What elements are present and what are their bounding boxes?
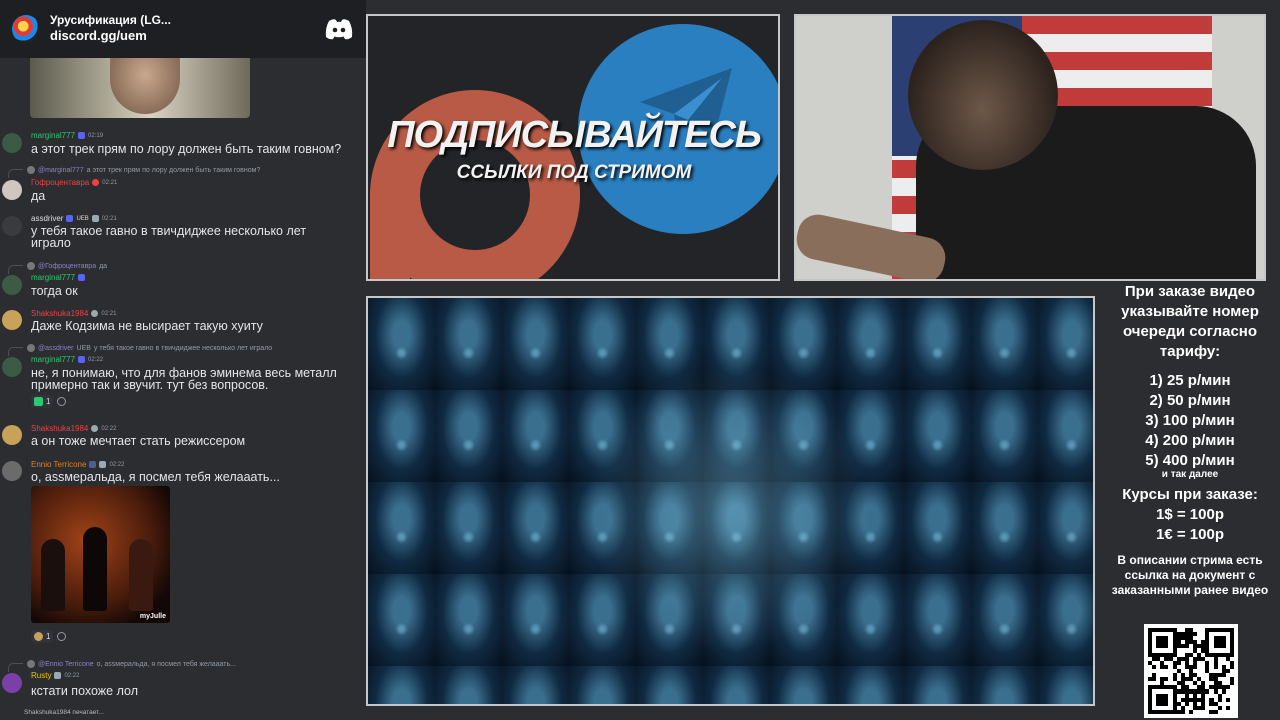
- username[interactable]: assdriver: [31, 214, 63, 223]
- message-text: да: [31, 189, 46, 203]
- timestamp: 02:19: [88, 132, 104, 139]
- message-text: у тебя такое гавно в твичдиджее нескольк…: [31, 224, 307, 250]
- exchange-rate: 1$ = 100р: [1156, 506, 1224, 523]
- timestamp: 02:21: [101, 215, 117, 222]
- banner-title: ПОДПИСЫВАЙТЕСЬ: [387, 114, 762, 156]
- exchange-rate: 1€ = 100р: [1156, 526, 1224, 543]
- tariff-list: 1) 25 р/мин 2) 50 р/мин 3) 100 р/мин 4) …: [1100, 371, 1280, 471]
- server-info: Урусификация (LG... discord.gg/uem: [50, 13, 324, 44]
- username[interactable]: Ennio Terricone: [31, 460, 86, 469]
- avatar[interactable]: [2, 425, 22, 445]
- tariff-item: 5) 400 р/мин: [1145, 452, 1235, 469]
- message-text: не, я понимаю, что для фанов эминема вес…: [31, 366, 337, 392]
- tariff-item: 1) 25 р/мин: [1149, 372, 1231, 389]
- tariff-item: 2) 50 р/мин: [1149, 392, 1231, 409]
- message-text: а этот трек прям по лору должен быть так…: [31, 142, 342, 156]
- username[interactable]: Shakshuka1984: [31, 309, 88, 318]
- timestamp: 02:22: [64, 672, 80, 679]
- username[interactable]: marginal777: [31, 355, 75, 364]
- discord-chat-panel: Урусификация (LG... discord.gg/uem margi…: [0, 0, 366, 720]
- subscribe-banner: ПОДПИСЫВАЙТЕСЬ ССЫЛКИ ПОД СТРИМОМ: [366, 14, 780, 281]
- username[interactable]: Rusty: [31, 671, 51, 680]
- role-badge-icon: [89, 461, 97, 468]
- message-text: тогда ок: [31, 284, 78, 298]
- role-badge-icon: [99, 461, 107, 468]
- message-text: а он тоже мечтает стать режиссером: [31, 434, 246, 448]
- reply-preview[interactable]: @assdriver UEB у тебя такое гавно в твичди…: [8, 342, 272, 354]
- server-icon: [12, 15, 40, 43]
- typing-indicator: Shakshuka1984 печатает...: [24, 709, 104, 716]
- tariff-item: 3) 100 р/мин: [1145, 412, 1235, 429]
- tariff-note: и так далее: [1161, 469, 1219, 480]
- add-reaction-icon[interactable]: [57, 631, 67, 641]
- role-badge-icon: [54, 672, 62, 679]
- username[interactable]: Гофроцентавра: [31, 178, 89, 187]
- add-reaction-icon[interactable]: [57, 396, 67, 406]
- role-badge-icon: [92, 179, 100, 186]
- banner-subtitle: ССЫЛКИ ПОД СТРИМОМ: [456, 162, 692, 183]
- twitch-badge-icon: [78, 356, 86, 363]
- message-text: о, assмеральда, я посмел тебя желааать..…: [31, 470, 280, 484]
- role-badge-icon: [91, 310, 99, 317]
- emoji-icon: [34, 631, 43, 641]
- image-watermark: myJulle: [139, 613, 166, 620]
- reaction-bar: 1: [31, 394, 67, 408]
- server-name: Урусификация (LG...: [50, 13, 171, 28]
- avatar[interactable]: [2, 180, 22, 200]
- avatar[interactable]: [2, 133, 22, 153]
- message-text: Даже Кодзима не высирает такую хуиту: [31, 319, 263, 333]
- emoji-icon: [34, 396, 43, 406]
- meme-image[interactable]: myJulle: [31, 486, 170, 623]
- timestamp: 02:22: [101, 425, 117, 432]
- qr-code[interactable]: [1144, 624, 1238, 718]
- reaction-bar: 1: [31, 629, 67, 643]
- role-badge-icon: [91, 425, 99, 432]
- timestamp: 02:21: [102, 179, 118, 186]
- reply-preview[interactable]: @Ennio Terricone о, assмеральда, я посмел…: [8, 658, 236, 670]
- username[interactable]: Shakshuka1984: [31, 424, 88, 433]
- guild-tag-icon: [66, 215, 74, 222]
- message-text: кстати похоже лол: [31, 684, 138, 698]
- avatar[interactable]: [2, 357, 22, 377]
- tariff-item: 4) 200 р/мин: [1145, 432, 1235, 449]
- reply-preview[interactable]: @marginal777 а этот трек прям по лору дол…: [8, 164, 260, 176]
- avatar[interactable]: [2, 673, 22, 693]
- order-info-panel: При заказе видео указывайте номер очеред…: [1100, 282, 1280, 598]
- guild-tag: UEB: [76, 215, 89, 222]
- avatar[interactable]: [2, 461, 22, 481]
- document-note: В описании стрима есть ссылка на докумен…: [1111, 553, 1269, 597]
- avatar[interactable]: [2, 275, 22, 295]
- discord-logo-icon: [325, 19, 353, 40]
- role-badge-icon: [91, 215, 99, 222]
- username[interactable]: marginal777: [31, 131, 75, 140]
- timestamp: 02:22: [88, 356, 104, 363]
- exchange-rates-title: Курсы при заказе:: [1122, 486, 1258, 503]
- music-video-player[interactable]: [366, 296, 1095, 706]
- webcam-feed: [794, 14, 1266, 281]
- twitch-badge-icon: [78, 132, 86, 139]
- timestamp: 02:21: [101, 310, 117, 317]
- server-header[interactable]: Урусификация (LG... discord.gg/uem: [0, 0, 366, 58]
- avatar[interactable]: [2, 310, 22, 330]
- timestamp: 02:22: [109, 461, 125, 468]
- reply-preview[interactable]: @Гофроцентавра да: [8, 260, 107, 272]
- twitch-badge-icon: [78, 274, 86, 281]
- server-invite-link[interactable]: discord.gg/uem: [50, 28, 324, 44]
- avatar[interactable]: [2, 216, 22, 236]
- attached-image[interactable]: [30, 58, 250, 118]
- reaction-chip[interactable]: 1: [31, 629, 54, 643]
- reaction-chip[interactable]: 1: [31, 394, 54, 408]
- order-instructions: При заказе видео указывайте номер очеред…: [1121, 283, 1259, 360]
- username[interactable]: marginal777: [31, 273, 75, 282]
